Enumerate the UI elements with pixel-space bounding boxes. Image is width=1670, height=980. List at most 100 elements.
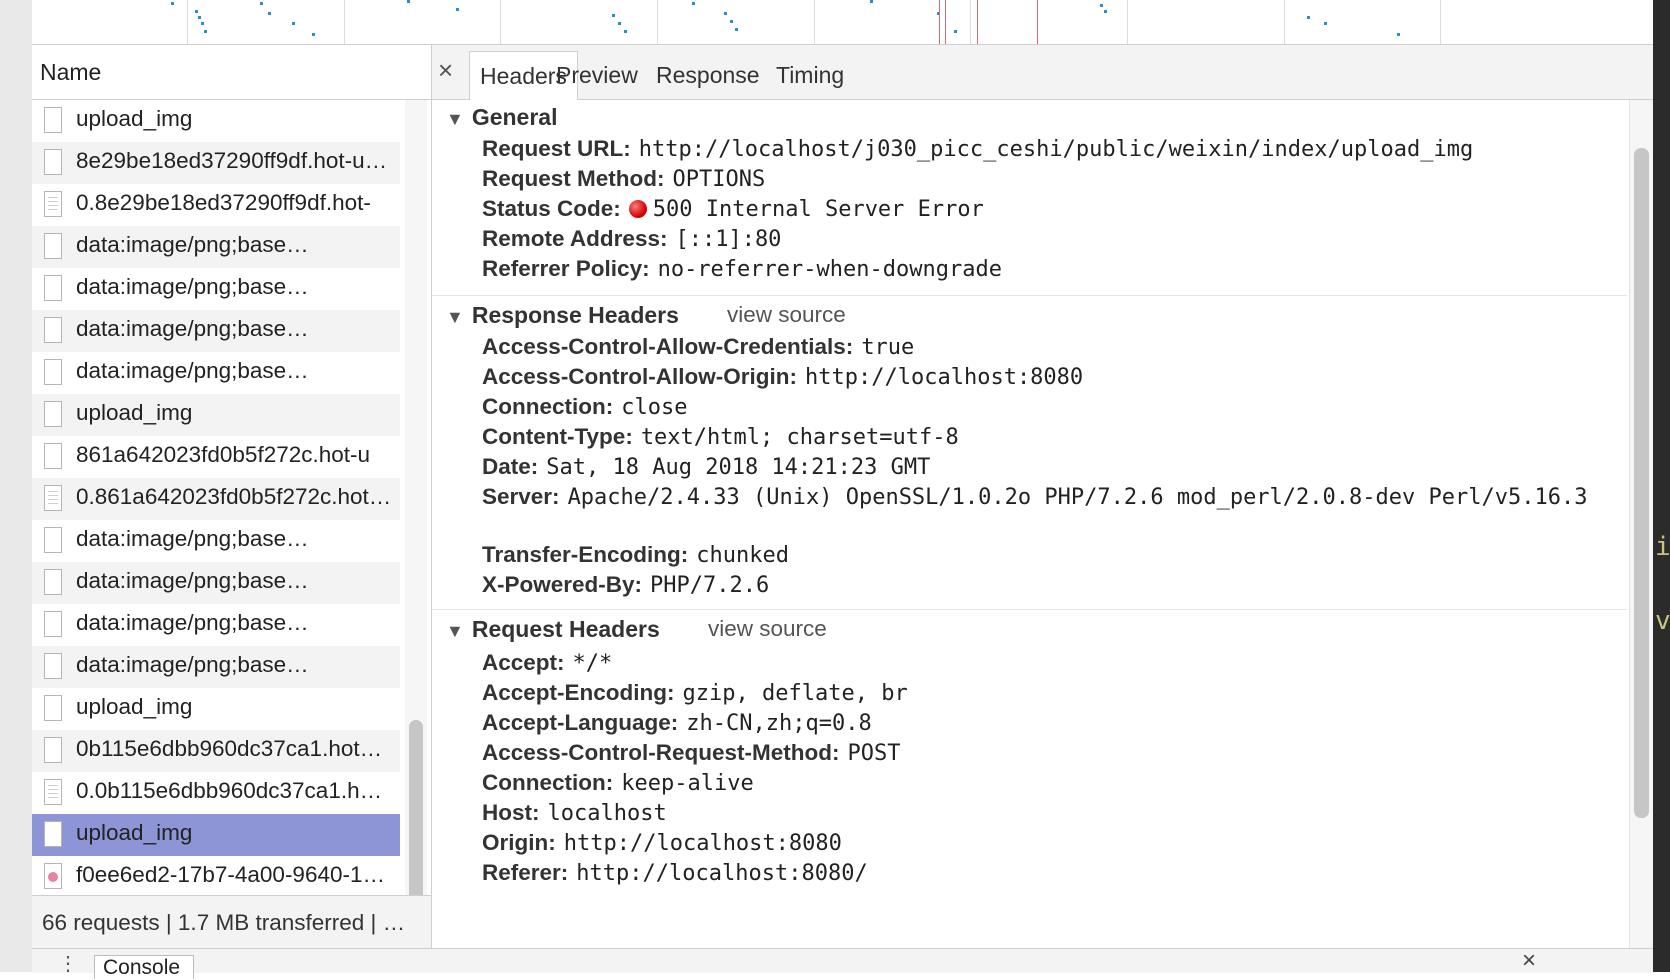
header-row: Origin: http://localhost:8080: [482, 830, 842, 856]
blank-file-icon: [44, 443, 62, 469]
request-name: data:image/png;base…: [76, 274, 309, 299]
blank-file-icon: [44, 611, 62, 637]
blank-file-icon: [44, 653, 62, 679]
request-row[interactable]: data:image/png;base…: [32, 226, 400, 268]
request-row[interactable]: 0.8e29be18ed37290ff9df.hot-: [32, 184, 400, 226]
background-editor-text: vo: [1655, 606, 1670, 636]
request-view-source-link[interactable]: view source: [708, 616, 827, 642]
close-details-icon[interactable]: ×: [438, 55, 453, 86]
collapse-triangle-icon: ▼: [446, 109, 464, 129]
header-key: Referrer Policy:: [482, 256, 650, 281]
header-row: Content-Type: text/html; charset=utf-8: [482, 424, 959, 450]
tab-preview[interactable]: Preview: [556, 51, 638, 99]
request-list-scrollbar[interactable]: [405, 100, 427, 938]
request-name: 861a642023fd0b5f272c.hot-u: [76, 442, 371, 467]
section-divider: [432, 295, 1627, 296]
request-list-panel: Name upload_img 8e29be18ed37290ff9df.hot-…: [32, 45, 432, 949]
name-header-label: Name: [40, 59, 102, 85]
header-key: Content-Type:: [482, 424, 633, 449]
section-divider: [432, 609, 1627, 610]
request-name: upload_img: [76, 106, 193, 131]
request-row[interactable]: data:image/png;base…: [32, 520, 400, 562]
blank-file-icon: [44, 317, 62, 343]
blank-file-icon: [44, 275, 62, 301]
general-section-title: General: [471, 104, 558, 130]
error-status-dot-icon: [628, 200, 647, 218]
network-overview-timeline[interactable]: [32, 0, 1653, 45]
header-value: Sat, 18 Aug 2018 14:21:23 GMT: [546, 455, 931, 480]
request-row[interactable]: upload_img: [32, 100, 400, 142]
request-row[interactable]: data:image/png;base…: [32, 268, 400, 310]
request-row[interactable]: data:image/png;base…: [32, 562, 400, 604]
details-scrollbar[interactable]: [1629, 100, 1654, 948]
request-row[interactable]: data:image/png;base…: [32, 646, 400, 688]
request-row[interactable]: 8e29be18ed37290ff9df.hot-u…: [32, 142, 400, 184]
header-row: Referer: http://localhost:8080/: [482, 860, 868, 886]
response-view-source-link[interactable]: view source: [727, 302, 846, 328]
header-key: X-Powered-By:: [482, 572, 643, 597]
header-key: Status Code:: [482, 196, 621, 221]
header-row: Accept: */*: [482, 650, 612, 676]
header-value: http://localhost:8080/: [576, 861, 868, 886]
general-section-toggle[interactable]: ▼ General: [446, 104, 557, 131]
request-row[interactable]: data:image/png;base…: [32, 604, 400, 646]
blank-file-icon: [44, 233, 62, 259]
header-key: Origin:: [482, 830, 556, 855]
request-row[interactable]: 0b115e6dbb960dc37ca1.hot…: [32, 730, 400, 772]
request-row[interactable]: upload_img: [32, 688, 400, 730]
details-scroll-thumb[interactable]: [1634, 148, 1649, 818]
header-key: Accept-Language:: [482, 710, 679, 735]
header-row: Accept-Language: zh-CN,zh;q=0.8: [482, 710, 872, 736]
header-value: text/html; charset=utf-8: [640, 425, 959, 450]
header-row: Status Code: 500 Internal Server Error: [482, 196, 984, 222]
header-key: Remote Address:: [482, 226, 668, 251]
header-value: 500 Internal Server Error: [652, 197, 984, 222]
blank-file-icon: [44, 149, 62, 175]
header-key: Access-Control-Allow-Credentials:: [482, 334, 854, 359]
header-key: Host:: [482, 800, 540, 825]
request-row[interactable]: 0.0b115e6dbb960dc37ca1.h…: [32, 772, 400, 814]
request-name: data:image/png;base…: [76, 526, 309, 551]
request-headers-title: Request Headers: [471, 616, 660, 642]
header-value: keep-alive: [621, 771, 754, 796]
script-file-icon: [44, 191, 62, 217]
request-headers-section-toggle[interactable]: ▼ Request Headers: [446, 616, 660, 643]
close-drawer-icon[interactable]: ×: [1522, 947, 1536, 975]
request-row[interactable]: upload_img: [32, 394, 400, 436]
tab-console[interactable]: Console: [94, 955, 194, 979]
header-value: zh-CN,zh;q=0.8: [686, 711, 872, 736]
blank-file-icon: [44, 737, 62, 763]
header-row: Date: Sat, 18 Aug 2018 14:21:23 GMT: [482, 454, 930, 480]
header-row: Connection: keep-alive: [482, 770, 754, 796]
request-name: upload_img: [76, 820, 193, 845]
blank-file-icon: [44, 569, 62, 595]
request-row[interactable]: 0.861a642023fd0b5f272c.hot…: [32, 478, 400, 520]
request-row[interactable]: f0ee6ed2-17b7-4a00-9640-1…: [32, 856, 400, 898]
header-value: http://localhost:8080: [563, 831, 842, 856]
response-headers-section-toggle[interactable]: ▼ Response Headers: [446, 302, 679, 329]
drawer-menu-icon[interactable]: ⋮: [58, 951, 78, 976]
network-summary-bar: 66 requests | 1.7 MB transferred | …: [32, 895, 431, 949]
request-row[interactable]: data:image/png;base…: [32, 310, 400, 352]
blank-file-icon: [44, 401, 62, 427]
header-key: Server:: [482, 484, 560, 509]
response-headers-title: Response Headers: [471, 302, 679, 328]
request-name: data:image/png;base…: [76, 358, 309, 383]
tab-response[interactable]: Response: [656, 51, 760, 99]
header-value: PHP/7.2.6: [650, 573, 770, 598]
request-row[interactable]: 861a642023fd0b5f272c.hot-u: [32, 436, 400, 478]
header-value: chunked: [696, 543, 789, 568]
header-row: Host: localhost: [482, 800, 667, 826]
request-name: data:image/png;base…: [76, 610, 309, 635]
request-name: 0.0b115e6dbb960dc37ca1.h…: [76, 778, 383, 803]
header-value: POST: [847, 741, 901, 766]
name-column-header[interactable]: Name: [32, 45, 431, 100]
request-row[interactable]: upload_img: [32, 814, 400, 856]
network-summary-text: 66 requests | 1.7 MB transferred | …: [42, 910, 406, 935]
devtools-drawer: ⋮ Console ×: [32, 947, 1653, 979]
request-list: upload_img 8e29be18ed37290ff9df.hot-u… 0.8…: [32, 100, 400, 938]
header-row: Request Method: OPTIONS: [482, 166, 765, 192]
request-name: upload_img: [76, 694, 193, 719]
tab-timing[interactable]: Timing: [776, 51, 844, 99]
request-row[interactable]: data:image/png;base…: [32, 352, 400, 394]
